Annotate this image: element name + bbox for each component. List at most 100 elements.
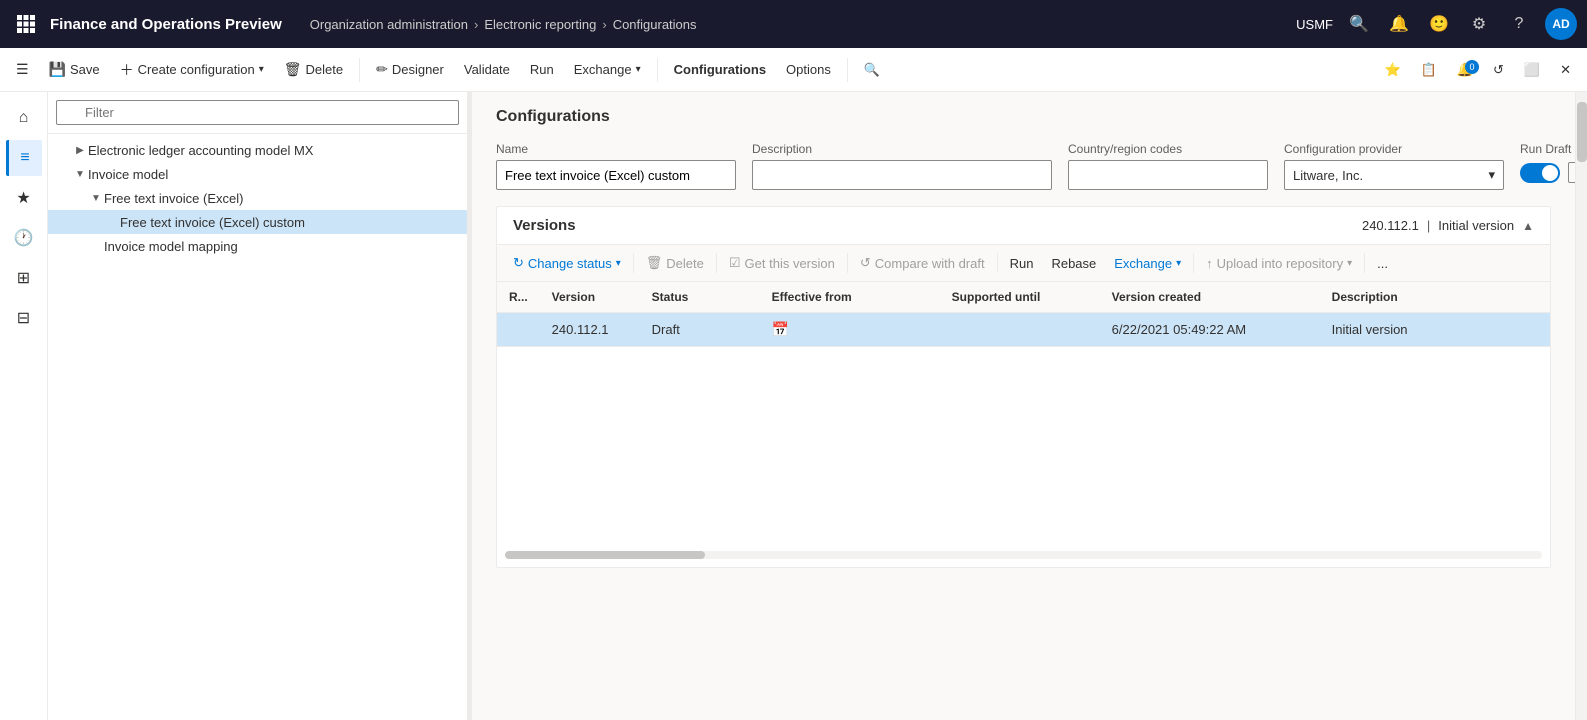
get-this-version-button[interactable]: ☑ Get this version (721, 251, 843, 275)
versions-section: Versions 240.112.1 | Initial version ▲ ↻… (496, 206, 1551, 568)
versions-header: Versions 240.112.1 | Initial version ▲ (497, 207, 1550, 245)
sidebar-star-icon[interactable]: ★ (6, 180, 42, 216)
compare-with-draft-button[interactable]: ↺ Compare with draft (852, 251, 993, 275)
filter-icon-toolbar[interactable]: 🔍 (856, 58, 888, 82)
right-scrollbar-thumb[interactable] (1577, 102, 1587, 162)
vt-sep-2 (716, 253, 717, 273)
save-button[interactable]: 💾 Save (41, 57, 108, 82)
tree-item-4[interactable]: Invoice model mapping (48, 234, 467, 258)
designer-button[interactable]: ✏ Designer (368, 57, 452, 82)
layout-btn[interactable]: 📋 (1413, 58, 1445, 82)
avatar[interactable]: AD (1545, 8, 1577, 40)
cell-created: 6/22/2021 05:49:22 AM (1100, 313, 1320, 347)
star-toolbar-btn[interactable]: ⭐ (1376, 58, 1408, 82)
filter-bar: 🔍 (48, 92, 467, 134)
col-header-status: Status (640, 282, 760, 313)
refresh-btn[interactable]: ↺ (1485, 58, 1512, 82)
change-status-button[interactable]: ↻ Change status ▾ (505, 251, 629, 275)
more-options-button[interactable]: ... (1369, 252, 1396, 275)
tree-item-3[interactable]: Free text invoice (Excel) custom (48, 210, 467, 234)
cell-version: 240.112.1 (540, 313, 640, 347)
options-button[interactable]: Options (778, 58, 839, 81)
exchange-button[interactable]: Exchange ▾ (566, 58, 649, 81)
hamburger-icon: ☰ (16, 61, 29, 78)
tree-expand-icon-1: ▼ (72, 166, 88, 182)
versions-delete-button[interactable]: 🗑 Delete (638, 251, 712, 275)
close-btn[interactable]: ✕ (1552, 58, 1579, 82)
run-draft-value: Yes (1568, 162, 1575, 183)
app-grid-icon[interactable] (10, 8, 42, 40)
right-scrollbar[interactable] (1575, 92, 1587, 720)
country-input[interactable] (1068, 160, 1268, 190)
breadcrumb: Organization administration › Electronic… (310, 17, 1288, 32)
org-name: USMF (1296, 17, 1333, 32)
exchange-chevron-v: ▾ (1176, 258, 1181, 269)
tree-item-1[interactable]: ▼ Invoice model (48, 162, 467, 186)
col-header-version: Version (540, 282, 640, 313)
content-title: Configurations (496, 108, 1551, 126)
configurations-button[interactable]: Configurations (666, 58, 774, 81)
versions-exchange-button[interactable]: Exchange ▾ (1106, 252, 1189, 275)
scrollbar-thumb[interactable] (505, 551, 705, 559)
sidebar-clock-icon[interactable]: 🕐 (6, 220, 42, 256)
desc-input[interactable] (752, 160, 1052, 190)
table-header-row: R... Version Status Effective from Suppo… (497, 282, 1550, 313)
rebase-button[interactable]: Rebase (1043, 252, 1104, 275)
breadcrumb-item-1[interactable]: Organization administration (310, 17, 468, 32)
smiley-icon[interactable]: 🙂 (1425, 10, 1453, 38)
calendar-icon[interactable]: 📅 (772, 321, 789, 337)
sidebar-home-icon[interactable]: ⌂ (6, 100, 42, 136)
breadcrumb-sep-2: › (602, 17, 606, 32)
validate-button[interactable]: Validate (456, 58, 518, 81)
sidebar-grid-icon[interactable]: ⊟ (6, 300, 42, 336)
tree-item-2[interactable]: ▼ Free text invoice (Excel) (48, 186, 467, 210)
horizontal-scrollbar[interactable] (505, 551, 1542, 559)
delete-button[interactable]: 🗑 Delete (276, 57, 351, 82)
badge-btn[interactable]: 🔔 0 (1449, 58, 1481, 82)
col-header-desc: Description (1320, 282, 1550, 313)
table-row[interactable]: 240.112.1 Draft 📅 6/22/2021 05:49:22 AM … (497, 313, 1550, 347)
col-header-until: Supported until (940, 282, 1100, 313)
search-icon-topbar[interactable]: 🔍 (1345, 10, 1373, 38)
cell-effective: 📅 (760, 313, 940, 347)
tree-item-0[interactable]: ▶ Electronic ledger accounting model MX (48, 138, 467, 162)
provider-select[interactable]: Litware, Inc. ▾ (1284, 160, 1504, 190)
col-header-created: Version created (1100, 282, 1320, 313)
breadcrumb-item-3[interactable]: Configurations (613, 17, 697, 32)
tree-label-3: Free text invoice (Excel) custom (120, 215, 459, 230)
filter-input[interactable] (56, 100, 459, 125)
versions-title: Versions (513, 217, 576, 234)
upload-chevron: ▾ (1347, 258, 1352, 269)
provider-field: Configuration provider Litware, Inc. ▾ (1284, 142, 1504, 190)
versions-collapse-btn[interactable]: ▲ (1522, 219, 1534, 233)
sidebar-table-icon[interactable]: ⊞ (6, 260, 42, 296)
name-input[interactable] (496, 160, 736, 190)
save-icon: 💾 (49, 61, 66, 78)
run-button[interactable]: Run (522, 58, 562, 81)
open-btn[interactable]: ⬜ (1516, 58, 1548, 82)
settings-icon-topbar[interactable]: ⚙ (1465, 10, 1493, 38)
versions-run-button[interactable]: Run (1002, 252, 1042, 275)
vt-sep-6 (1364, 253, 1365, 273)
create-config-button[interactable]: ＋ Create configuration ▾ (112, 56, 272, 84)
versions-table-wrap: R... Version Status Effective from Suppo… (497, 282, 1550, 567)
sidebar-list-icon[interactable]: ≡ (6, 140, 42, 176)
breadcrumb-sep-1: › (474, 17, 478, 32)
notification-icon[interactable]: 🔔 (1385, 10, 1413, 38)
cell-until (940, 313, 1100, 347)
version-label-display: Initial version (1438, 218, 1514, 233)
help-icon[interactable]: ? (1505, 10, 1533, 38)
breadcrumb-item-2[interactable]: Electronic reporting (484, 17, 596, 32)
compare-icon: ↺ (860, 255, 871, 271)
tree-label-1: Invoice model (88, 167, 459, 182)
tree-expand-icon-3 (104, 214, 120, 230)
toolbar-sep-3 (847, 58, 848, 82)
run-draft-toggle[interactable] (1520, 163, 1560, 183)
country-label: Country/region codes (1068, 142, 1268, 156)
hamburger-button[interactable]: ☰ (8, 57, 37, 82)
provider-chevron-icon: ▾ (1488, 167, 1495, 183)
tree-label-4: Invoice model mapping (104, 239, 459, 254)
tree-content: ▶ Electronic ledger accounting model MX … (48, 134, 467, 720)
tree-label-0: Electronic ledger accounting model MX (88, 143, 459, 158)
upload-into-repository-button[interactable]: ↑ Upload into repository ▾ (1198, 252, 1360, 275)
